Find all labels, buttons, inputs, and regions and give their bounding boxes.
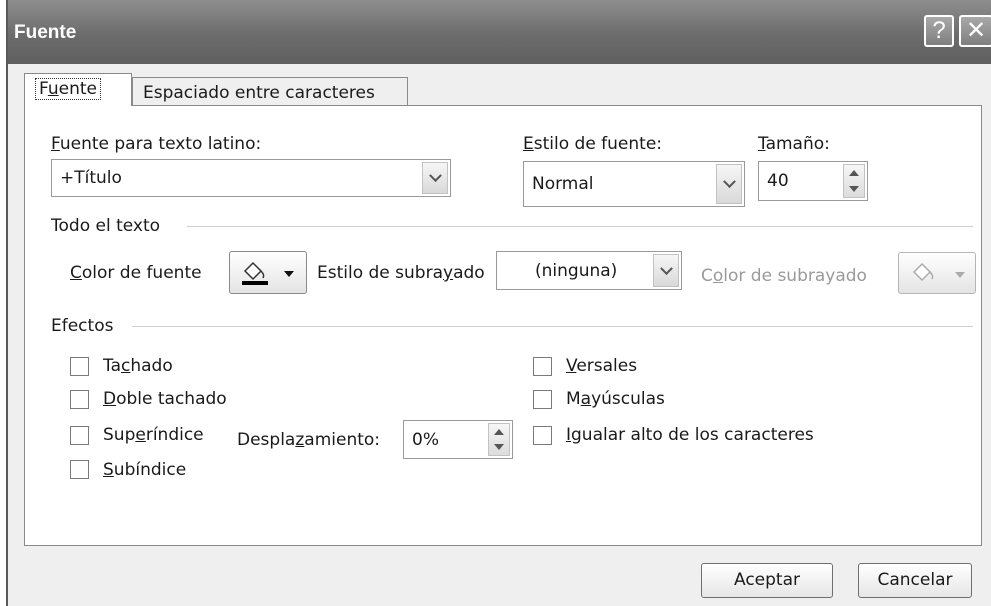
cancel-button[interactable]: Cancelar [858,563,972,598]
size-label: Tamaño: [758,134,830,154]
font-color-label: Color de fuente [70,263,202,283]
strikethrough-checkbox[interactable] [70,357,89,376]
equalize-height-checkbox[interactable] [533,426,552,445]
all-caps-label: Mayúsculas [566,389,665,409]
dropdown-caret-icon [284,271,294,277]
effects-divider [132,326,973,327]
underline-style-value: (ninguna) [535,260,618,281]
dialog-title: Fuente [14,22,77,43]
tab-fuente[interactable]: Fuente [24,73,132,106]
size-spinner[interactable]: 40 [758,161,868,201]
tab-espaciado[interactable]: Espaciado entre caracteres [132,77,408,106]
latin-font-combo[interactable]: +Título [51,159,451,197]
superscript-checkbox[interactable] [70,426,89,445]
underline-color-button[interactable] [898,252,976,294]
spinner-arrows-icon[interactable] [488,423,510,456]
paint-bucket-icon [912,262,934,282]
superscript-label: Superíndice [103,425,204,445]
latin-font-label: Fuente para texto latino: [51,134,262,154]
double-strikethrough-label: Doble tachado [103,389,227,409]
chevron-down-icon[interactable] [716,164,742,204]
font-dialog: Fuente ? ✕ Fuente Espaciado entre caract… [6,0,991,606]
equalize-height-label: Igualar alto de los caracteres [566,425,814,445]
underline-color-label: Color de subrayado [701,266,867,286]
subscript-checkbox[interactable] [70,460,89,479]
subscript-label: Subíndice [103,460,187,480]
dropdown-caret-icon [955,272,965,278]
font-style-label: Estilo de fuente: [523,134,663,154]
double-strikethrough-checkbox[interactable] [70,390,89,409]
title-bar[interactable]: Fuente ? ✕ [8,0,991,64]
font-style-combo[interactable]: Normal [523,161,745,207]
tab-espaciado-label: Espaciado entre caracteres [143,83,375,103]
tab-fuente-label: Fuente [35,78,101,100]
all-text-divider [187,226,973,227]
offset-spinner[interactable]: 0% [403,420,513,459]
help-button[interactable]: ? [924,15,954,47]
underline-style-combo[interactable]: (ninguna) [496,251,682,290]
offset-label: Desplazamiento: [237,430,381,450]
close-button[interactable]: ✕ [959,15,991,47]
all-caps-checkbox[interactable] [533,390,552,409]
size-value: 40 [767,171,789,191]
small-caps-checkbox[interactable] [533,357,552,376]
offset-value: 0% [412,429,439,450]
small-caps-label: Versales [566,356,638,376]
latin-font-value: +Título [60,168,122,188]
paint-bucket-icon [242,261,268,285]
tab-fuente-mnemonic: Fuente [39,79,97,99]
chevron-down-icon[interactable] [653,254,679,287]
all-text-section-label: Todo el texto [51,216,161,236]
spinner-arrows-icon[interactable] [843,164,865,198]
effects-section-label: Efectos [51,316,114,336]
accept-button[interactable]: Aceptar [701,563,833,598]
tab-panel: Fuente para texto latino: +Título Estilo… [24,105,982,546]
strikethrough-label: Tachado [103,356,173,376]
font-color-button[interactable] [229,251,307,294]
underline-style-label: Estilo de subrayado [317,263,485,283]
chevron-down-icon[interactable] [422,162,448,194]
font-style-value: Normal [532,174,594,194]
